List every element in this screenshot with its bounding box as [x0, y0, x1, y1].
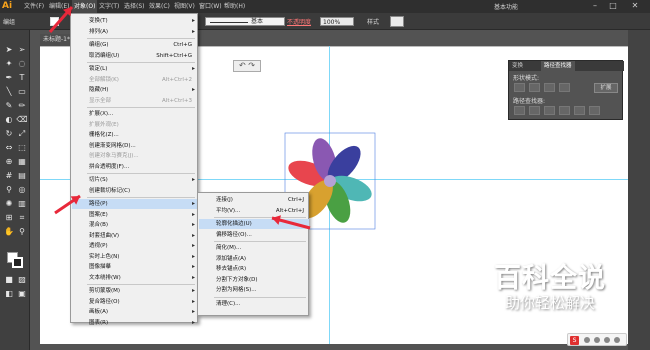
tray-icon[interactable]: [594, 337, 600, 343]
watermark-title: 百科全说: [494, 263, 606, 294]
red-arrow-head: [272, 215, 282, 225]
tray-icon[interactable]: [614, 337, 620, 343]
watermark-subtitle: 助你轻松解决: [504, 294, 595, 312]
watermark: 百科全说 助你轻松解决: [470, 256, 630, 320]
system-tray: S: [567, 333, 627, 346]
tray-icon[interactable]: [604, 337, 610, 343]
sogou-ime-icon[interactable]: S: [570, 336, 579, 345]
tray-icon[interactable]: [584, 337, 590, 343]
